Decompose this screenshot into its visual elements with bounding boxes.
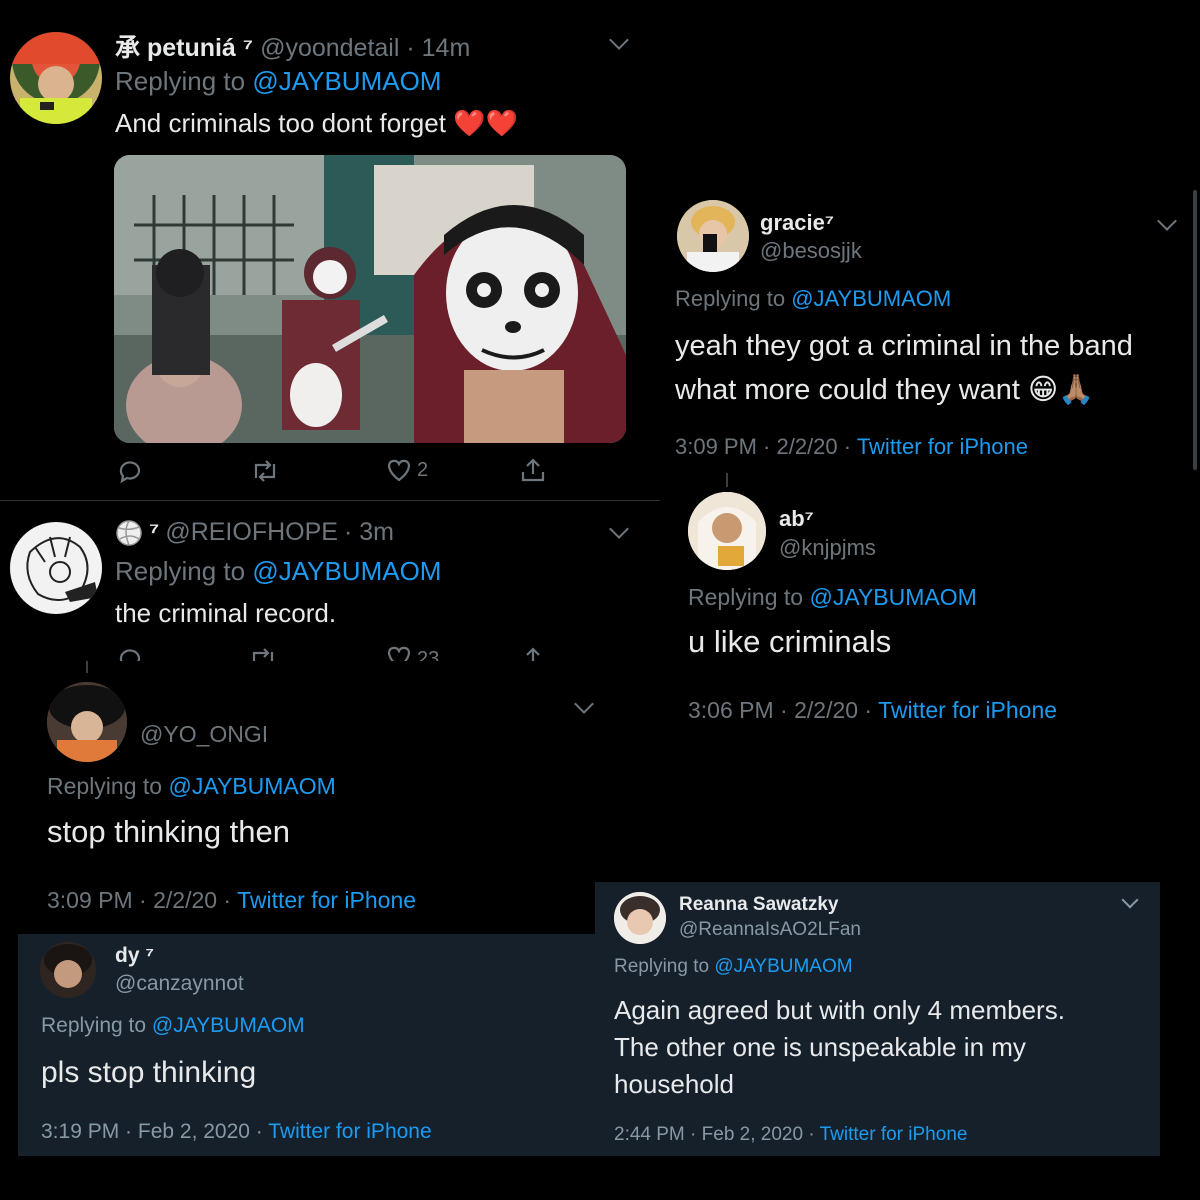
tweet-dy: dy ⁷ @canzaynnot Replying to @JAYBUMAOM … [18, 934, 598, 1156]
like-icon [387, 646, 411, 661]
retweet-icon[interactable] [250, 458, 280, 484]
display-name[interactable]: Reanna Sawatzky [679, 894, 838, 916]
timestamp-row: 3:06 PM · 2/2/20 · Twitter for iPhone [688, 697, 1057, 724]
avatar[interactable] [10, 32, 102, 124]
chevron-down-icon[interactable] [609, 30, 629, 50]
avatar[interactable] [614, 892, 666, 944]
source-link[interactable]: Twitter for iPhone [237, 887, 416, 913]
timestamp-row: 2:44 PM · Feb 2, 2020 · Twitter for iPho… [614, 1124, 967, 1146]
like-button[interactable]: 23 [385, 644, 439, 661]
tweet-text: yeah they got a criminal in the band wha… [675, 330, 1133, 406]
scrollbar[interactable] [1193, 190, 1197, 470]
handle[interactable]: @YO_ONGI [140, 721, 268, 748]
handle[interactable]: @knjpjms [779, 535, 876, 561]
mention-link[interactable]: @JAYBUMAOM [152, 1014, 305, 1037]
chevron-down-icon[interactable] [1157, 211, 1177, 231]
time[interactable]: · 3m [344, 518, 394, 547]
avatar[interactable] [688, 492, 766, 570]
avatar-image [10, 32, 102, 124]
avatar-image [688, 492, 766, 570]
display-name[interactable]: ab⁷ [779, 506, 814, 532]
mention-link[interactable]: @JAYBUMAOM [252, 556, 441, 586]
tweet-text: And criminals too dont forget ❤️❤️ [115, 108, 518, 138]
timestamp-row: 3:09 PM · 2/2/20 · Twitter for iPhone [47, 887, 416, 914]
timestamp[interactable]: 3:06 PM · 2/2/20 · [688, 697, 878, 723]
tweet-text: Again agreed but with only 4 members. Th… [614, 995, 1065, 1099]
replying-to: Replying to @JAYBUMAOM [675, 286, 952, 311]
tweet-text: the criminal record. [115, 598, 337, 628]
like-count: 2 [417, 458, 429, 481]
mention-link[interactable]: @JAYBUMAOM [252, 66, 441, 96]
timestamp[interactable]: 2:44 PM · Feb 2, 2020 · [614, 1124, 820, 1145]
timestamp[interactable]: 3:19 PM · Feb 2, 2020 · [41, 1120, 268, 1143]
handle[interactable]: @ReannaIsAO2LFan [679, 919, 861, 941]
avatar-image [40, 942, 96, 998]
avatar-image [26, 536, 98, 602]
thread-connector [86, 661, 88, 673]
avatar-image [677, 200, 749, 272]
media-illustration [114, 155, 626, 443]
mention-link[interactable]: @JAYBUMAOM [809, 584, 976, 610]
share-icon[interactable] [519, 645, 547, 661]
thread-connector [726, 473, 728, 487]
mention-link[interactable]: @JAYBUMAOM [168, 773, 335, 799]
reply-icon[interactable] [117, 458, 143, 484]
display-name[interactable]: dy ⁷ [115, 944, 154, 968]
source-link[interactable]: Twitter for iPhone [857, 434, 1028, 459]
handle[interactable]: @besosjjk [760, 238, 862, 264]
tweet-text: stop thinking then [47, 814, 291, 849]
tweet-text: u like criminals [688, 624, 892, 659]
share-icon[interactable] [519, 456, 547, 484]
display-name[interactable]: gracie⁷ [760, 210, 834, 236]
replying-to: Replying to @JAYBUMAOM [115, 66, 442, 96]
display-name[interactable]: ⁷ [149, 518, 159, 547]
replying-to: Replying to @JAYBUMAOM [614, 956, 853, 977]
handle[interactable]: @yoondetail [260, 34, 399, 62]
like-button[interactable]: 2 [385, 457, 428, 483]
timestamp-row: 3:09 PM · 2/2/20 · Twitter for iPhone [675, 434, 1028, 460]
retweet-icon[interactable] [248, 646, 278, 661]
avatar[interactable] [47, 682, 127, 762]
display-name[interactable]: 承 petuniá ⁷ [115, 34, 253, 62]
volleyball-icon [116, 519, 142, 546]
tweet-text: pls stop thinking [41, 1056, 257, 1089]
tweet-reanna: Reanna Sawatzky @ReannaIsAO2LFan Replyin… [595, 882, 1160, 1156]
timestamp-row: 3:19 PM · Feb 2, 2020 · Twitter for iPho… [41, 1120, 432, 1144]
handle[interactable]: @REIOFHOPE [165, 518, 338, 547]
tweet-media-image[interactable] [114, 155, 626, 443]
time[interactable]: · 14m [406, 34, 470, 62]
replying-to: Replying to @JAYBUMAOM [115, 556, 442, 586]
action-bar-cropped: 23 [0, 643, 660, 661]
reply-icon[interactable] [117, 646, 143, 661]
avatar[interactable] [40, 942, 96, 998]
chevron-down-icon[interactable] [609, 519, 629, 539]
mention-link[interactable]: @JAYBUMAOM [714, 956, 852, 977]
like-count: 23 [417, 648, 440, 661]
timestamp[interactable]: 3:09 PM · 2/2/20 · [675, 434, 857, 459]
timestamp[interactable]: 3:09 PM · 2/2/20 · [47, 887, 237, 913]
like-icon [387, 459, 411, 482]
avatar[interactable] [677, 200, 749, 272]
source-link[interactable]: Twitter for iPhone [820, 1124, 968, 1145]
avatar-image [614, 892, 666, 944]
chevron-down-icon[interactable] [1121, 891, 1139, 909]
chevron-down-icon[interactable] [574, 694, 594, 714]
replying-to: Replying to @JAYBUMAOM [47, 773, 336, 799]
mention-link[interactable]: @JAYBUMAOM [791, 286, 951, 311]
divider [0, 500, 660, 501]
source-link[interactable]: Twitter for iPhone [878, 697, 1057, 723]
avatar[interactable] [10, 522, 102, 614]
source-link[interactable]: Twitter for iPhone [268, 1120, 431, 1143]
handle[interactable]: @canzaynnot [115, 972, 244, 996]
replying-to: Replying to @JAYBUMAOM [41, 1014, 305, 1037]
avatar-image [47, 682, 127, 762]
replying-to: Replying to @JAYBUMAOM [688, 584, 977, 610]
